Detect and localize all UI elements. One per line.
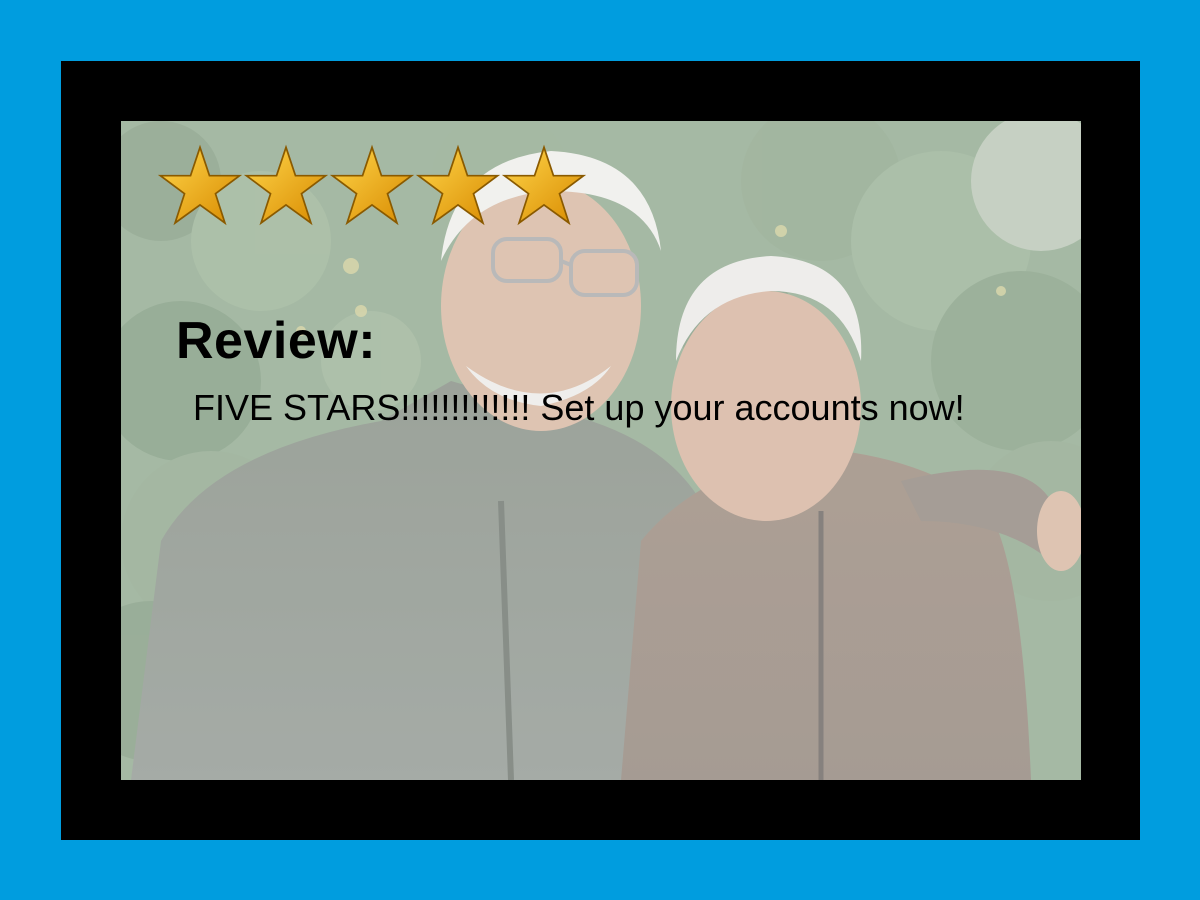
blue-border: Review: FIVE STARS!!!!!!!!!!!!! Set up y…: [0, 0, 1200, 900]
black-frame: Review: FIVE STARS!!!!!!!!!!!!! Set up y…: [61, 61, 1140, 840]
elderly-couple-photo: Review: FIVE STARS!!!!!!!!!!!!! Set up y…: [121, 121, 1081, 780]
star-icon: [243, 144, 329, 226]
review-text: FIVE STARS!!!!!!!!!!!!! Set up your acco…: [193, 387, 965, 428]
star-icon: [329, 144, 415, 226]
review-heading: Review:: [176, 312, 377, 370]
five-star-rating: [157, 143, 597, 233]
star-icon: [501, 144, 587, 226]
star-icon: [157, 144, 243, 226]
star-icon: [415, 144, 501, 226]
